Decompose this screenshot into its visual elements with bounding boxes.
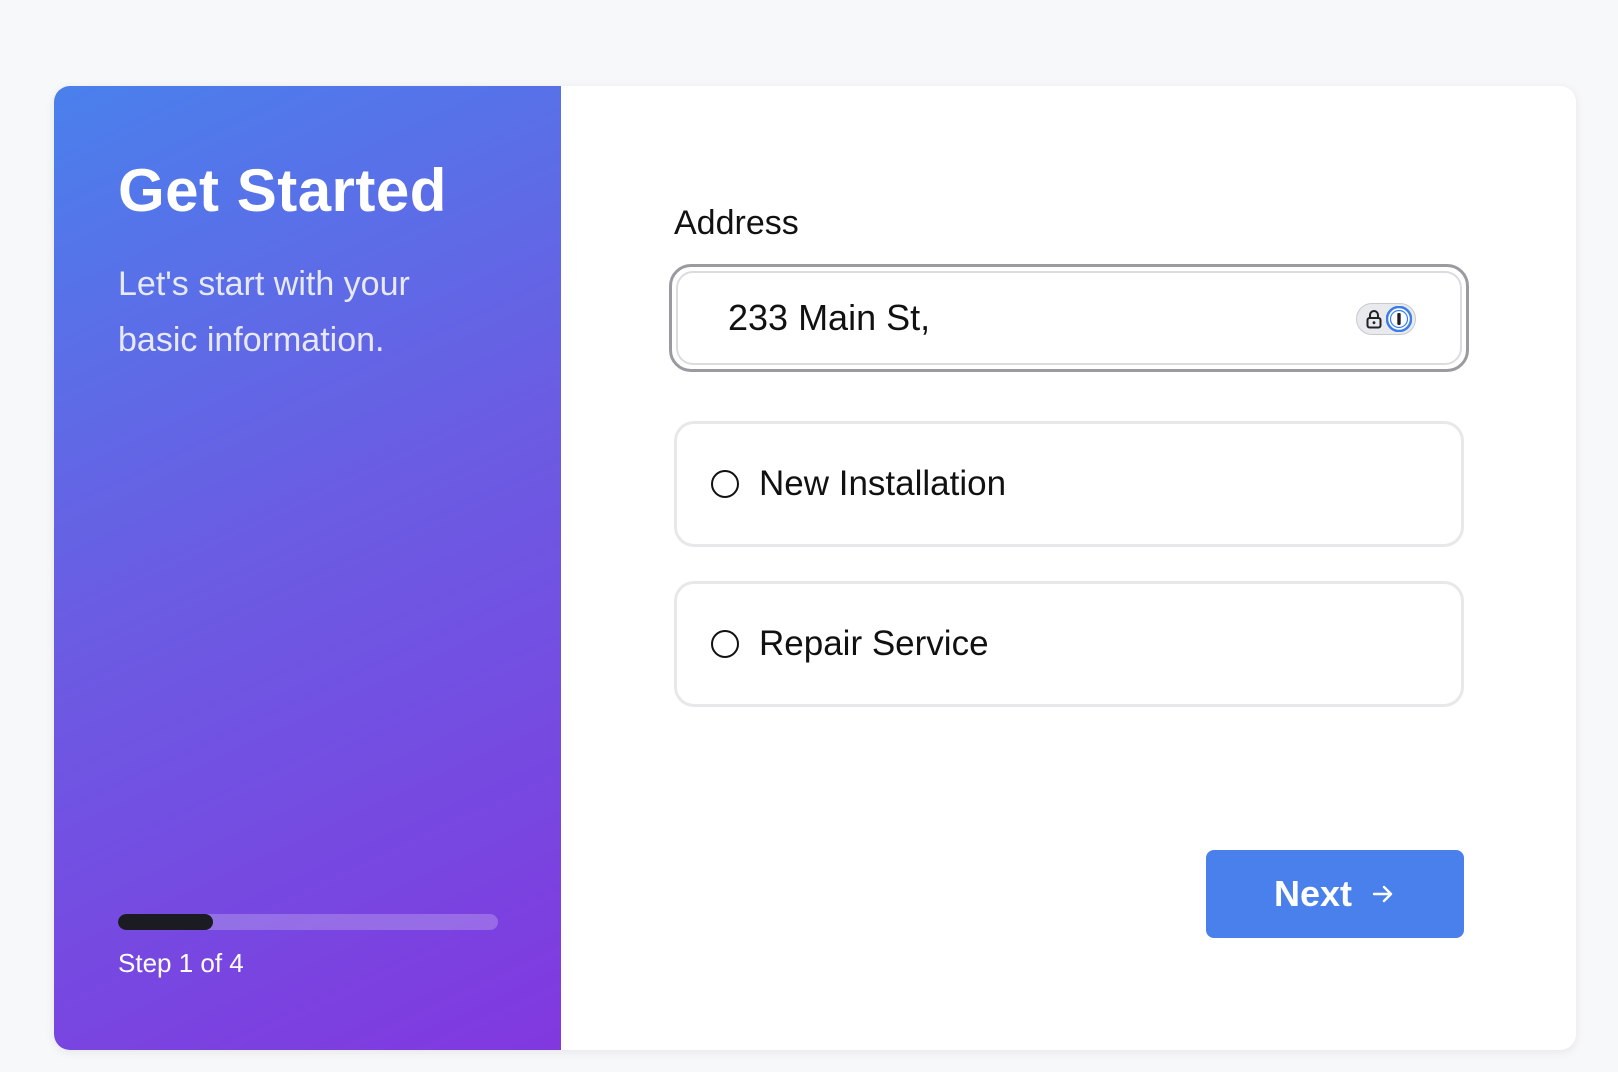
progress-bar bbox=[118, 914, 498, 930]
progress-fill bbox=[118, 914, 213, 930]
radio-new-installation[interactable] bbox=[711, 470, 739, 498]
option-new-installation[interactable]: New Installation bbox=[674, 421, 1464, 547]
option-label: New Installation bbox=[759, 464, 1007, 503]
address-label: Address bbox=[674, 204, 799, 242]
next-button[interactable]: Next bbox=[1206, 850, 1464, 938]
option-label: Repair Service bbox=[759, 624, 989, 663]
lock-icon bbox=[1366, 310, 1382, 329]
address-input[interactable] bbox=[676, 271, 1462, 365]
panel-title: Get Started bbox=[118, 157, 447, 224]
arrow-right-icon bbox=[1372, 885, 1393, 903]
next-button-label: Next bbox=[1273, 873, 1353, 914]
option-repair-service[interactable]: Repair Service bbox=[674, 581, 1464, 707]
onboarding-card: Get Started Let's start with your basic … bbox=[54, 86, 1576, 1050]
password-manager-icon bbox=[1386, 306, 1412, 332]
password-manager-badge[interactable] bbox=[1356, 303, 1416, 335]
step-indicator: Step 1 of 4 bbox=[118, 948, 244, 978]
address-field-focus-ring bbox=[669, 264, 1469, 372]
intro-panel: Get Started Let's start with your basic … bbox=[54, 86, 561, 1050]
radio-repair-service[interactable] bbox=[711, 630, 739, 658]
panel-subtitle: Let's start with your basic information. bbox=[118, 265, 410, 359]
